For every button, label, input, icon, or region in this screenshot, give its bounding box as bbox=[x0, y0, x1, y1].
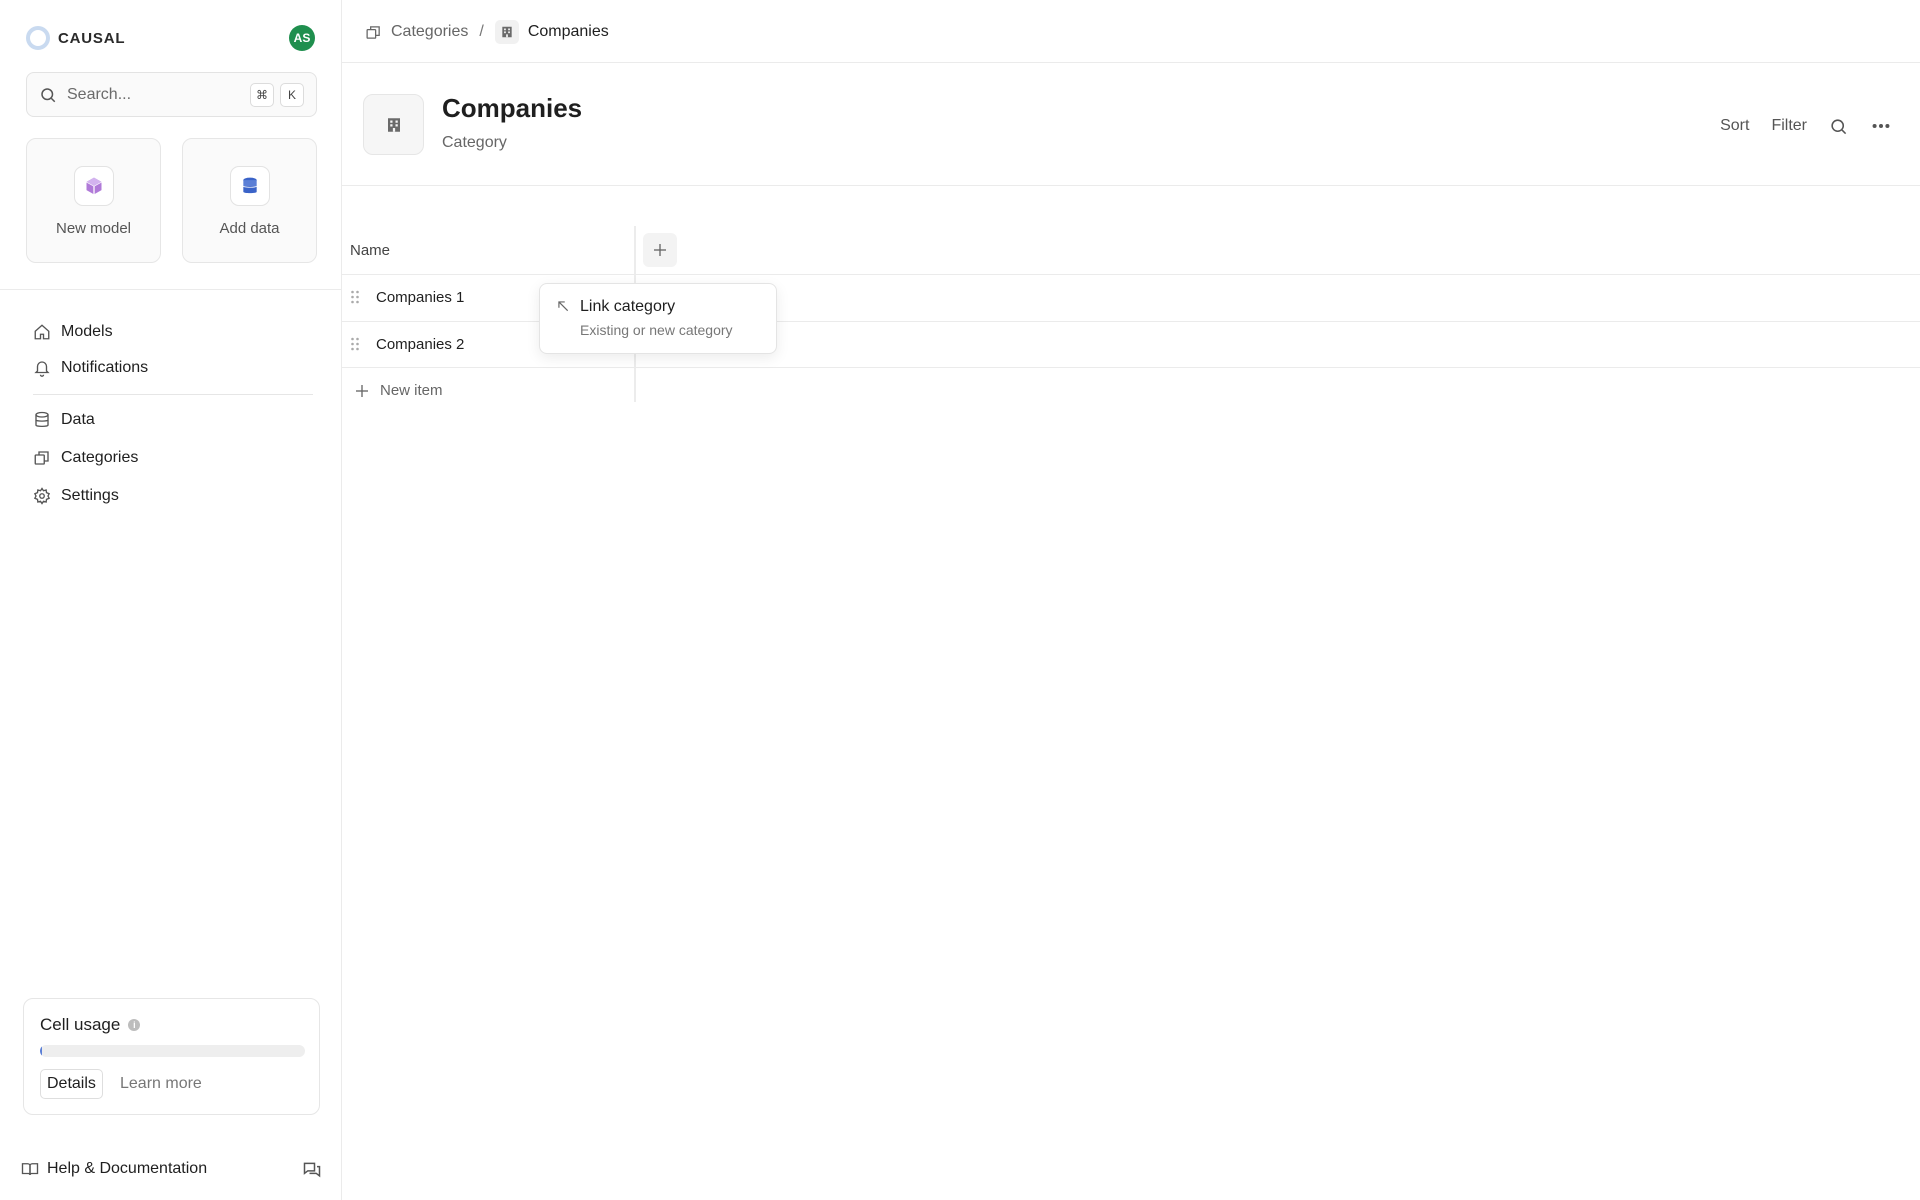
building-icon[interactable] bbox=[363, 94, 424, 155]
database-icon bbox=[229, 166, 270, 206]
sort-button[interactable]: Sort bbox=[1720, 117, 1749, 135]
database-icon bbox=[35, 411, 49, 428]
building-icon bbox=[494, 20, 519, 44]
brand[interactable]: CAUSAL bbox=[26, 26, 125, 50]
new-item-label: New item bbox=[380, 382, 443, 399]
sidebar-item-data[interactable]: Data bbox=[33, 411, 95, 429]
plus-icon bbox=[654, 244, 666, 256]
filter-button[interactable]: Filter bbox=[1771, 117, 1807, 135]
sidebar-item-label: Data bbox=[61, 411, 95, 428]
search-icon bbox=[41, 87, 56, 102]
breadcrumb-separator: / bbox=[479, 23, 484, 40]
plus-icon bbox=[356, 384, 368, 397]
search-input[interactable]: Search... ⌘ K bbox=[26, 72, 317, 117]
breadcrumb-current: Companies bbox=[527, 23, 609, 40]
sidebar-item-label: Models bbox=[61, 323, 113, 340]
drag-handle-icon[interactable] bbox=[350, 289, 360, 305]
home-icon bbox=[34, 324, 50, 340]
arrow-up-left-icon bbox=[558, 301, 569, 312]
page-header: Companies Category Sort Filter bbox=[342, 63, 1920, 186]
breadcrumb: Categories / Companies bbox=[365, 20, 609, 44]
sidebar-item-label: Settings bbox=[61, 487, 119, 504]
add-data-button[interactable]: Add data bbox=[182, 138, 317, 263]
sidebar-item-models[interactable]: Models bbox=[33, 323, 113, 341]
nav-divider bbox=[33, 394, 313, 395]
row-name-cell[interactable]: Companies 1 bbox=[376, 289, 464, 306]
categories-icon bbox=[34, 451, 49, 465]
learn-more-link[interactable]: Learn more bbox=[120, 1075, 202, 1093]
topbar: Categories / Companies bbox=[342, 0, 1920, 63]
gear-icon bbox=[33, 487, 51, 505]
cube-icon bbox=[73, 166, 114, 206]
add-column-button[interactable] bbox=[643, 233, 677, 267]
table-header-divider bbox=[342, 274, 1920, 275]
page-title[interactable]: Companies bbox=[442, 93, 582, 124]
link-category-title: Link category bbox=[580, 298, 676, 315]
details-button[interactable]: Details bbox=[40, 1069, 103, 1099]
brand-name: CAUSAL bbox=[58, 29, 126, 47]
page-subtitle: Category bbox=[442, 134, 507, 151]
breadcrumb-categories-link[interactable]: Categories bbox=[391, 23, 468, 41]
cell-usage-progress bbox=[40, 1045, 305, 1057]
new-model-label: New model bbox=[55, 220, 132, 237]
drag-handle-icon[interactable] bbox=[350, 336, 360, 352]
search-icon[interactable] bbox=[1829, 117, 1848, 136]
sidebar-item-settings[interactable]: Settings bbox=[33, 487, 119, 505]
search-placeholder: Search... bbox=[67, 85, 132, 103]
book-icon bbox=[21, 1163, 39, 1176]
sidebar-item-notifications[interactable]: Notifications bbox=[33, 359, 148, 377]
causal-logo-icon bbox=[26, 26, 50, 50]
add-data-label: Add data bbox=[219, 220, 280, 237]
categories-icon bbox=[366, 25, 380, 39]
row-divider bbox=[342, 367, 1920, 368]
page-actions: Sort Filter bbox=[1720, 115, 1892, 137]
link-category-popover[interactable]: Link category Existing or new category bbox=[539, 283, 777, 354]
cell-usage-progress-fill bbox=[40, 1045, 43, 1057]
sidebar-divider bbox=[0, 289, 341, 290]
column-header-name[interactable]: Name bbox=[350, 242, 390, 259]
avatar[interactable]: AS bbox=[289, 25, 315, 51]
link-category-subtitle: Existing or new category bbox=[580, 322, 733, 338]
cell-usage-title-text: Cell usage bbox=[40, 1015, 121, 1034]
shortcut-mod-key: ⌘ bbox=[250, 82, 274, 107]
sidebar-item-label: Categories bbox=[61, 449, 139, 466]
main-content: Categories / Companies Companies Categor… bbox=[342, 0, 1920, 1200]
cell-usage-title: Cell usage i bbox=[40, 1015, 141, 1035]
cell-usage-card: Cell usage i Details Learn more bbox=[23, 998, 320, 1115]
info-icon[interactable]: i bbox=[128, 1019, 141, 1031]
sidebar-item-label: Notifications bbox=[61, 359, 149, 376]
more-options-icon[interactable] bbox=[1870, 115, 1892, 137]
new-item-button[interactable]: New item bbox=[354, 382, 443, 399]
chat-icon[interactable] bbox=[302, 1160, 322, 1185]
bell-icon bbox=[34, 361, 50, 377]
shortcut-k-key: K bbox=[280, 82, 304, 107]
sidebar-item-categories[interactable]: Categories bbox=[33, 449, 138, 467]
new-model-button[interactable]: New model bbox=[26, 138, 161, 263]
help-documentation-link[interactable]: Help & Documentation bbox=[21, 1160, 207, 1178]
row-name-cell[interactable]: Companies 2 bbox=[376, 336, 464, 353]
help-label: Help & Documentation bbox=[47, 1160, 208, 1177]
sidebar: CAUSAL AS Search... ⌘ K New model Add da… bbox=[0, 0, 342, 1200]
